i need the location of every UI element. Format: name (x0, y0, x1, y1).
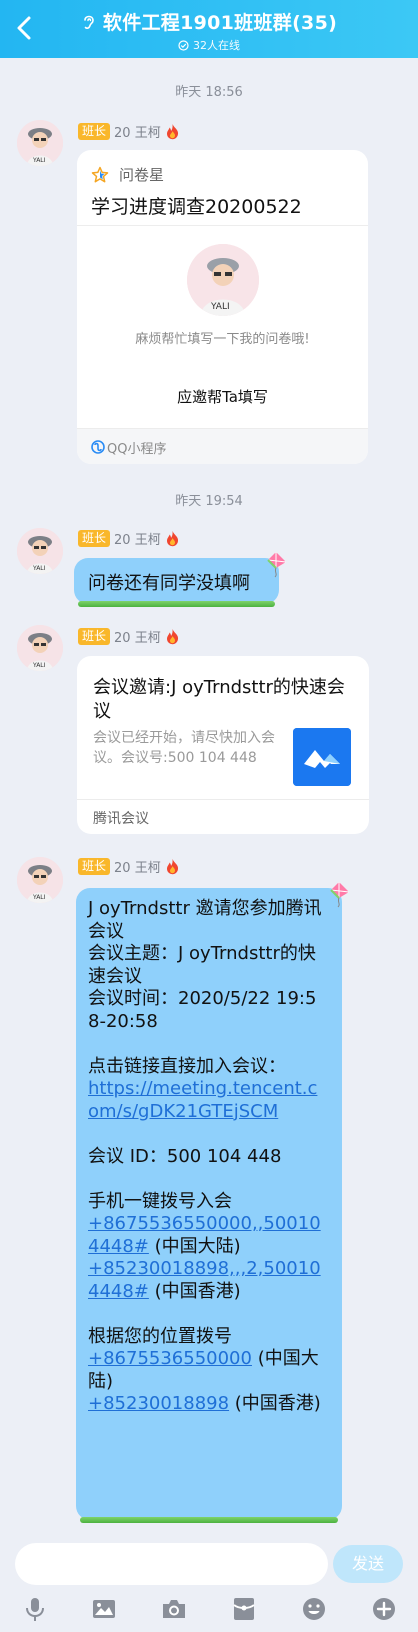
avatar-image: YALI (17, 625, 63, 671)
kite-icon (262, 550, 290, 578)
meeting-app-label: 腾讯会议 (93, 811, 149, 827)
input-bar: 发送 (0, 1535, 418, 1632)
chat-header: 软件工程1901班班群(35) 32人在线 (0, 0, 418, 58)
svg-text:YALI: YALI (32, 662, 46, 669)
survey-title: 学习进度调查20200522 (91, 196, 302, 218)
sender-name: 20 王柯 (114, 630, 161, 646)
online-count: 32人在线 (193, 39, 240, 52)
message-line: 根据您的位置拨号 (88, 1325, 232, 1347)
message-line: 点击链接直接加入会议： (88, 1055, 286, 1077)
avatar[interactable]: YALI (17, 625, 63, 671)
avatar-image: YALI (17, 120, 63, 166)
message-bubble[interactable]: 问卷还有同学没填啊 (74, 558, 279, 607)
avatar-image: YALI (17, 857, 63, 903)
avatar[interactable]: YALI (17, 120, 63, 166)
mini-program-icon (91, 440, 105, 454)
plus-icon[interactable] (370, 1595, 398, 1625)
message-line: 会议主题：J oyTrndsttr的快速会议 (88, 943, 316, 987)
sender-name: 20 王柯 (114, 860, 161, 876)
bubble-grass-decoration (80, 1517, 338, 1523)
phone-link[interactable]: +8675536550000 (88, 1348, 252, 1369)
fill-survey-button[interactable]: 应邀帮Ta填写 (77, 386, 368, 407)
survey-cover-image: YALI (187, 244, 259, 316)
role-badge: 班长 (78, 122, 111, 140)
ear-icon (81, 13, 97, 31)
message-text: J oyTrndsttr 邀请您参加腾讯会议 会议主题：J oyTrndsttr… (88, 898, 324, 1416)
avatar[interactable]: YALI (17, 528, 63, 574)
sender-info: 班长 20 王柯 (78, 857, 180, 876)
phone-region: (中国大陆) (148, 1235, 241, 1257)
message-text: 问卷还有同学没填啊 (88, 573, 250, 594)
message-line: 手机一键拨号入会 (88, 1190, 232, 1212)
role-badge: 班长 (78, 627, 111, 645)
star-icon (91, 166, 109, 184)
title-area[interactable]: 软件工程1901班班群(35) 32人在线 (0, 8, 418, 53)
meeting-description: 会议已经开始，请尽快加入会议。会议号:500 104 448 (93, 730, 275, 766)
image-icon[interactable] (90, 1595, 118, 1625)
send-button[interactable]: 发送 (333, 1545, 403, 1583)
message-line: J oyTrndsttr 邀请您参加腾讯会议 (88, 898, 322, 942)
divider (77, 225, 368, 226)
message-bubble[interactable]: J oyTrndsttr 邀请您参加腾讯会议 会议主题：J oyTrndsttr… (76, 888, 342, 1523)
kite-icon (325, 880, 353, 908)
survey-subtitle: 麻烦帮忙填写一下我的问卷哦! (135, 332, 310, 347)
chat-title: 软件工程1901班班群(35) (102, 12, 338, 34)
sender-info: 班长 20 王柯 (78, 627, 180, 646)
tencent-meeting-logo (293, 728, 351, 786)
message-input[interactable] (15, 1543, 328, 1585)
svg-text:YALI: YALI (32, 565, 46, 572)
message-line: 会议 ID：500 104 448 (88, 1145, 282, 1167)
avatar[interactable]: YALI (17, 857, 63, 903)
role-badge: 班长 (78, 857, 111, 875)
message-line: 会议时间：2020/5/22 19:58-20:58 (88, 988, 317, 1032)
online-status-icon (178, 39, 189, 51)
fire-icon (165, 628, 180, 645)
role-badge: 班长 (78, 529, 111, 547)
bubble-grass-decoration (78, 601, 275, 607)
survey-card[interactable]: 问卷星 学习进度调查20200522 YALI 麻烦帮忙填写一下我的问卷哦! 应… (77, 150, 368, 464)
svg-text:YALI: YALI (210, 302, 230, 312)
card-footer: QQ小程序 (77, 428, 368, 464)
fire-icon (165, 123, 180, 140)
fire-icon (165, 530, 180, 547)
meeting-title: 会议邀请:J oyTrndsttr的快速会议 (93, 677, 345, 722)
avatar-image: YALI (17, 528, 63, 574)
timestamp: 昨天 18:56 (175, 85, 243, 100)
meeting-card[interactable]: 会议邀请:J oyTrndsttr的快速会议 会议已经开始，请尽快加入会议。会议… (77, 656, 369, 834)
fire-icon (165, 858, 180, 875)
timestamp: 昨天 19:54 (175, 494, 243, 509)
divider (77, 799, 369, 800)
sender-name: 20 王柯 (114, 125, 161, 141)
mini-app-name: 问卷星 (119, 166, 165, 184)
svg-text:YALI: YALI (32, 157, 46, 164)
meeting-link[interactable]: https://meeting.tencent.com/s/gDK21GTEjS… (88, 1078, 317, 1122)
phone-link[interactable]: +85230018898 (88, 1393, 229, 1414)
red-packet-icon[interactable] (230, 1595, 258, 1625)
camera-icon[interactable] (160, 1595, 188, 1625)
microphone-icon[interactable] (21, 1595, 49, 1625)
phone-region: (中国香港) (229, 1393, 321, 1414)
sender-info: 班长 20 王柯 (78, 529, 180, 548)
mini-program-label: QQ小程序 (107, 442, 167, 457)
svg-text:YALI: YALI (32, 894, 46, 901)
sender-name: 20 王柯 (114, 532, 161, 548)
sender-info: 班长 20 王柯 (78, 122, 180, 141)
emoji-icon[interactable] (300, 1595, 328, 1625)
phone-region: (中国香港) (148, 1280, 241, 1302)
